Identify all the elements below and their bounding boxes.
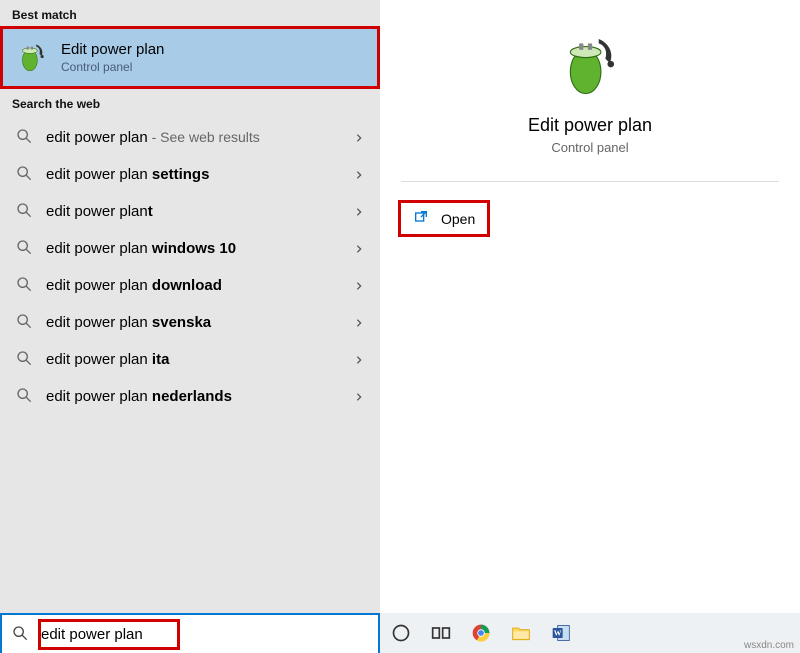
search-icon [16, 387, 46, 406]
web-result-text: edit power plan - See web results [46, 129, 354, 146]
search-icon [16, 202, 46, 221]
search-icon [16, 276, 46, 295]
web-result-text: edit power plan settings [46, 166, 354, 183]
chevron-right-icon [354, 130, 364, 146]
word-icon[interactable]: W [550, 622, 572, 644]
web-result-item[interactable]: edit power plan svenska [0, 304, 380, 341]
web-result-text: edit power plan ita [46, 351, 354, 368]
preview-panel: Edit power plan Control panel Open [380, 0, 800, 653]
web-result-item[interactable]: edit power plan ita [0, 341, 380, 378]
web-result-item[interactable]: edit power plan nederlands [0, 378, 380, 415]
open-action[interactable]: Open [398, 200, 490, 237]
open-icon [413, 209, 441, 228]
taskbar: W [380, 613, 800, 653]
web-result-item[interactable]: edit power plant [0, 193, 380, 230]
chevron-right-icon [354, 167, 364, 183]
search-icon [16, 128, 46, 147]
web-result-text: edit power plan svenska [46, 314, 354, 331]
chevron-right-icon [354, 352, 364, 368]
web-result-text: edit power plan nederlands [46, 388, 354, 405]
file-explorer-icon[interactable] [510, 622, 532, 644]
web-result-item[interactable]: edit power plan - See web results [0, 119, 380, 156]
best-match-subtitle: Control panel [61, 60, 164, 74]
svg-text:W: W [554, 629, 562, 638]
search-web-header: Search the web [0, 89, 380, 115]
best-match-title: Edit power plan [61, 41, 164, 58]
search-bar[interactable] [0, 613, 380, 653]
search-icon [12, 625, 38, 644]
divider [401, 181, 779, 182]
task-view-icon[interactable] [430, 622, 452, 644]
cortana-icon[interactable] [390, 622, 412, 644]
search-icon [16, 239, 46, 258]
best-match-header: Best match [0, 0, 380, 26]
chevron-right-icon [354, 389, 364, 405]
battery-icon [555, 28, 625, 101]
chevron-right-icon [354, 204, 364, 220]
watermark: wsxdn.com [744, 640, 794, 651]
web-result-item[interactable]: edit power plan settings [0, 156, 380, 193]
web-result-item[interactable]: edit power plan download [0, 267, 380, 304]
best-match-item[interactable]: Edit power plan Control panel [0, 26, 380, 89]
chevron-right-icon [354, 315, 364, 331]
preview-title: Edit power plan [528, 115, 652, 136]
battery-icon [15, 39, 61, 76]
web-result-item[interactable]: edit power plan windows 10 [0, 230, 380, 267]
preview-subtitle: Control panel [551, 140, 628, 155]
search-results-panel: Best match Edit power plan Control panel… [0, 0, 380, 653]
web-result-text: edit power plan windows 10 [46, 240, 354, 257]
chrome-icon[interactable] [470, 622, 492, 644]
search-input[interactable] [41, 626, 171, 643]
web-result-text: edit power plant [46, 203, 354, 220]
web-results-list: edit power plan - See web results edit p… [0, 115, 380, 415]
search-icon [16, 313, 46, 332]
chevron-right-icon [354, 278, 364, 294]
search-icon [16, 165, 46, 184]
search-icon [16, 350, 46, 369]
chevron-right-icon [354, 241, 364, 257]
web-result-text: edit power plan download [46, 277, 354, 294]
open-label: Open [441, 211, 475, 227]
